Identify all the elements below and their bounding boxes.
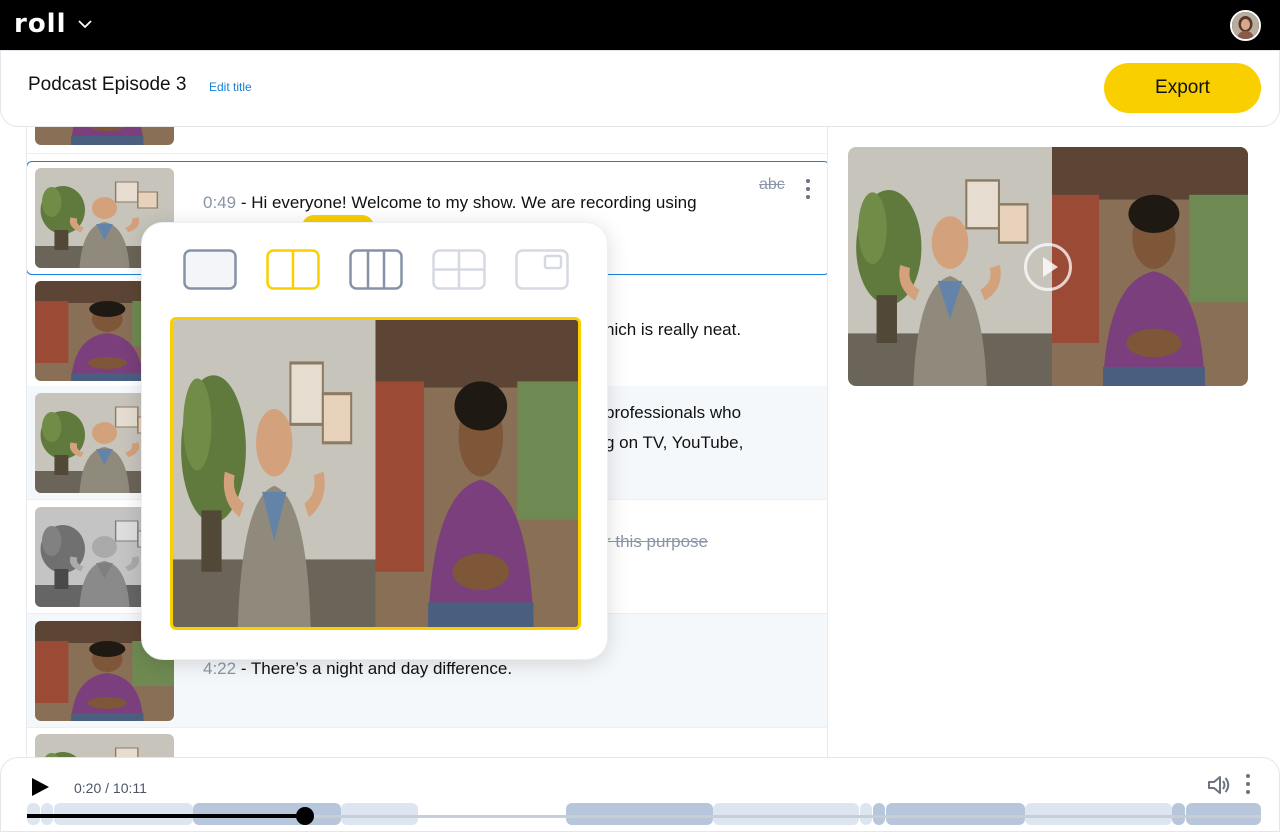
playhead-handle[interactable] — [296, 807, 314, 825]
timeline-segment[interactable] — [860, 803, 872, 825]
playback-bar: 0:20 / 10:11 — [0, 757, 1280, 832]
timestamp[interactable]: 4:22 — [203, 659, 236, 678]
top-bar: roll — [0, 0, 1280, 50]
deleted-words-icon[interactable]: abc — [759, 176, 785, 194]
timeline-progress — [27, 814, 305, 818]
transcript-text[interactable]: 0:49 - Hi everyone! Welcome to my show. … — [203, 188, 697, 218]
clip-thumbnail[interactable] — [35, 127, 174, 145]
play-icon[interactable] — [29, 776, 51, 798]
timeline-segment[interactable] — [886, 803, 1025, 825]
transcript-row[interactable] — [27, 728, 828, 757]
split-two-layout-icon[interactable] — [266, 249, 320, 290]
transcript-row[interactable] — [27, 127, 827, 154]
transcript-text[interactable]: hich is really neat. — [605, 315, 741, 345]
app-logo-menu[interactable]: roll — [14, 9, 93, 39]
chevron-down-icon — [77, 20, 92, 29]
picture-in-picture-layout-icon[interactable] — [515, 249, 569, 290]
app-logo: roll — [14, 9, 67, 39]
video-preview[interactable] — [848, 147, 1248, 386]
timestamp[interactable]: 0:49 — [203, 193, 236, 212]
timeline-segment[interactable] — [873, 803, 885, 825]
clip-thumbnail[interactable] — [35, 734, 174, 757]
timeline-segment[interactable] — [713, 803, 859, 825]
row-more-options-icon[interactable] — [805, 179, 811, 199]
avatar-image — [1232, 12, 1259, 39]
layout-preview-image — [170, 317, 581, 630]
timeline-segment[interactable] — [1186, 803, 1261, 825]
playback-time: 0:20 / 10:11 — [74, 780, 147, 796]
transcript-text[interactable]: professionals who g on TV, YouTube, — [605, 398, 743, 458]
player-more-options-icon[interactable] — [1245, 774, 1251, 794]
timeline-segment[interactable] — [566, 803, 713, 825]
timeline-segment[interactable] — [1025, 803, 1172, 825]
volume-icon[interactable] — [1207, 774, 1231, 796]
page-title: Podcast Episode 3 — [28, 74, 187, 95]
transcript-text-deleted[interactable]: r this purpose — [605, 527, 708, 557]
timeline-segment[interactable] — [1172, 803, 1185, 825]
grid-four-layout-icon[interactable] — [432, 249, 486, 290]
user-avatar[interactable] — [1230, 10, 1261, 41]
timeline-segment[interactable] — [341, 803, 418, 825]
timeline-scrubber[interactable] — [27, 802, 1261, 826]
export-button[interactable]: Export — [1104, 63, 1261, 113]
project-header: Podcast Episode 3 Edit title Export — [0, 50, 1280, 127]
single-layout-icon[interactable] — [183, 249, 237, 290]
edit-title-link[interactable]: Edit title — [209, 80, 252, 94]
preview-play-icon[interactable] — [1024, 243, 1072, 291]
split-three-layout-icon[interactable] — [349, 249, 403, 290]
layout-picker-popover — [141, 222, 608, 660]
